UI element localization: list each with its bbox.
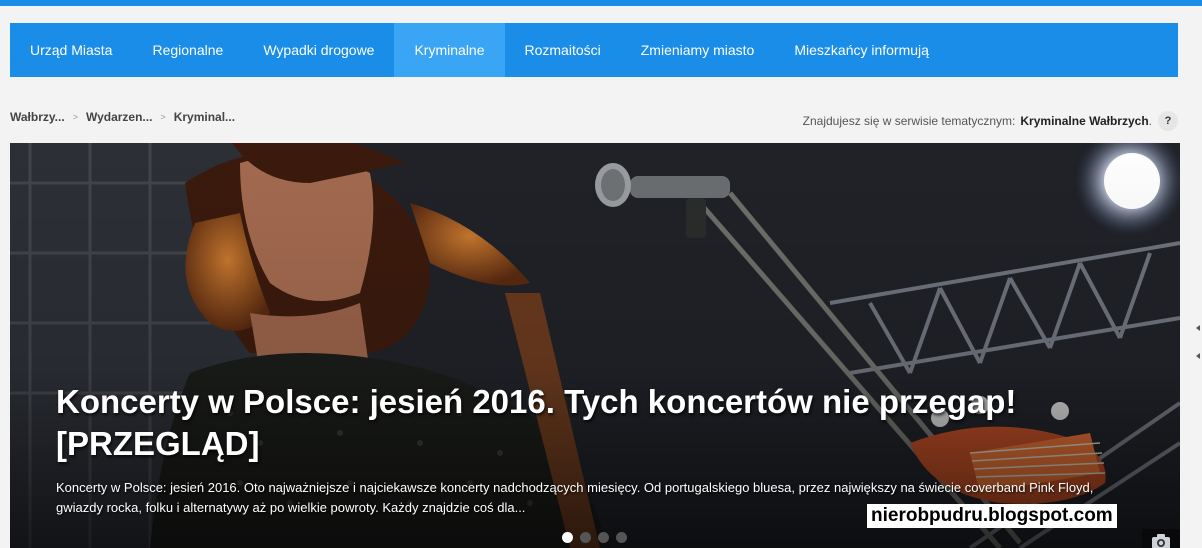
- hero-title-link[interactable]: Koncerty w Polsce: jesień 2016. Tych kon…: [56, 381, 1106, 465]
- breadcrumb-item-wydarzenia[interactable]: Wydarzen...: [86, 110, 152, 124]
- service-info: Znajdujesz się w serwisie tematycznym: K…: [803, 111, 1178, 131]
- slider-dot[interactable]: [562, 532, 573, 543]
- slider-dot[interactable]: [598, 532, 609, 543]
- breadcrumb-item-kryminalne[interactable]: Kryminal...: [174, 110, 235, 124]
- camera-icon[interactable]: [1142, 529, 1180, 548]
- hero-slider[interactable]: Koncerty w Polsce: jesień 2016. Tych kon…: [10, 143, 1180, 548]
- main-nav: Urząd Miasta Regionalne Wypadki drogowe Kry…: [10, 23, 1178, 77]
- service-name: Kryminalne Wałbrzych: [1020, 114, 1149, 128]
- slider-dots: [562, 532, 634, 543]
- nav-item-regionalne[interactable]: Regionalne: [132, 23, 243, 77]
- help-button[interactable]: ?: [1158, 111, 1178, 131]
- breadcrumb-separator-icon: >: [160, 112, 166, 122]
- breadcrumb-item-walbrzych[interactable]: Wałbrzy...: [10, 110, 65, 124]
- breadcrumb-separator-icon: >: [72, 112, 78, 122]
- camera-glyph-icon: [1152, 534, 1170, 548]
- nav-item-zmieniamy-miasto[interactable]: Zmieniamy miasto: [621, 23, 775, 77]
- nav-item-wypadki-drogowe[interactable]: Wypadki drogowe: [243, 23, 394, 77]
- nav-item-kryminalne[interactable]: Kryminalne: [394, 23, 505, 77]
- nav-item-rozmaitości[interactable]: Rozmaitości: [505, 23, 621, 77]
- slider-dot[interactable]: [616, 532, 627, 543]
- watermark: nierobpudru.blogspot.com: [867, 504, 1117, 528]
- chevron-left-icon: [1196, 325, 1200, 359]
- nav-item-urząd-miasta[interactable]: Urząd Miasta: [10, 23, 132, 77]
- service-prefix: Znajdujesz się w serwisie tematycznym:: [802, 114, 1016, 128]
- service-suffix: .: [1148, 114, 1152, 128]
- top-accent-bar: [0, 0, 1202, 6]
- breadcrumb: Wałbrzy... > Wydarzen... > Kryminal...: [10, 110, 235, 124]
- slider-dot[interactable]: [580, 532, 591, 543]
- nav-item-mieszkańcy-informują[interactable]: Mieszkańcy informują: [774, 23, 949, 77]
- side-scroll-arrows-icon[interactable]: [1195, 322, 1201, 375]
